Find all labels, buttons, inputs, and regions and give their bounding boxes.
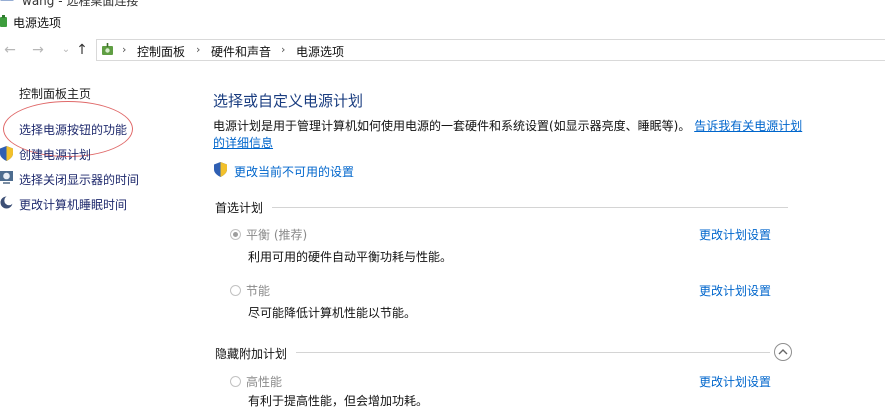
- breadcrumb-separator: ›: [122, 43, 127, 56]
- remote-desktop-icon: [0, 0, 14, 1]
- shield-icon: [214, 162, 227, 177]
- sidebar-item-create-plan[interactable]: 创建电源计划: [19, 146, 91, 163]
- arrow-right-icon[interactable]: →: [30, 42, 46, 58]
- chevron-up-icon: [778, 349, 788, 355]
- breadcrumb-power-options[interactable]: 电源选项: [296, 43, 344, 60]
- plan-power-saver-description: 尽可能降低计算机性能以节能。: [248, 306, 417, 320]
- plan-high-performance-radio[interactable]: [230, 376, 241, 387]
- breadcrumb-hardware-sound[interactable]: 硬件和声音: [211, 43, 271, 60]
- collapse-toggle[interactable]: [774, 343, 792, 361]
- section-divider: [272, 207, 788, 208]
- arrow-up-icon[interactable]: ↑: [74, 42, 90, 58]
- breadcrumb-control-panel[interactable]: 控制面板: [137, 43, 185, 60]
- power-options-icon: [0, 15, 7, 27]
- sidebar-item-display-off[interactable]: 选择关闭显示器的时间: [19, 171, 139, 188]
- chevron-down-icon[interactable]: ⌄: [58, 42, 74, 58]
- monitor-clock-icon: [0, 171, 13, 184]
- plan-power-saver-change-link[interactable]: 更改计划设置: [699, 282, 771, 299]
- shield-icon: [0, 146, 13, 161]
- plan-high-performance-name[interactable]: 高性能: [246, 373, 282, 390]
- preferred-plans-title: 首选计划: [215, 201, 264, 215]
- control-panel-home-link[interactable]: 控制面板主页: [19, 85, 91, 102]
- plan-balanced-radio[interactable]: [230, 229, 241, 240]
- moon-icon: [0, 195, 13, 209]
- section-divider: [296, 352, 770, 353]
- plan-high-performance-description: 有利于提高性能，但会增加功耗。: [248, 394, 429, 408]
- plan-balanced-description: 利用可用的硬件自动平衡功耗与性能。: [248, 250, 453, 264]
- plan-high-performance-change-link[interactable]: 更改计划设置: [699, 373, 771, 390]
- breadcrumb-separator: ›: [281, 43, 286, 56]
- plan-balanced-change-link[interactable]: 更改计划设置: [699, 226, 771, 243]
- sidebar-item-power-button[interactable]: 选择电源按钮的功能: [19, 121, 127, 138]
- control-panel-icon: [102, 43, 113, 55]
- window-title: 电源选项: [13, 16, 62, 30]
- change-unavailable-settings-link[interactable]: 更改当前不可用的设置: [234, 163, 354, 180]
- plan-power-saver-radio[interactable]: [230, 285, 241, 296]
- plan-power-saver-name[interactable]: 节能: [246, 282, 270, 299]
- breadcrumb-separator: ›: [196, 43, 201, 56]
- remote-window-title: wang - 远程桌面连接: [22, 0, 139, 8]
- hidden-plans-title: 隐藏附加计划: [215, 347, 288, 361]
- page-title: 选择或自定义电源计划: [213, 92, 364, 110]
- sidebar-item-sleep-time[interactable]: 更改计算机睡眠时间: [19, 196, 127, 213]
- plan-balanced-name[interactable]: 平衡 (推荐): [246, 226, 307, 243]
- page-description: 电源计划是用于管理计算机如何使用电源的一套硬件和系统设置(如显示器亮度、睡眠等)…: [213, 119, 803, 150]
- arrow-left-icon[interactable]: ←: [2, 42, 18, 58]
